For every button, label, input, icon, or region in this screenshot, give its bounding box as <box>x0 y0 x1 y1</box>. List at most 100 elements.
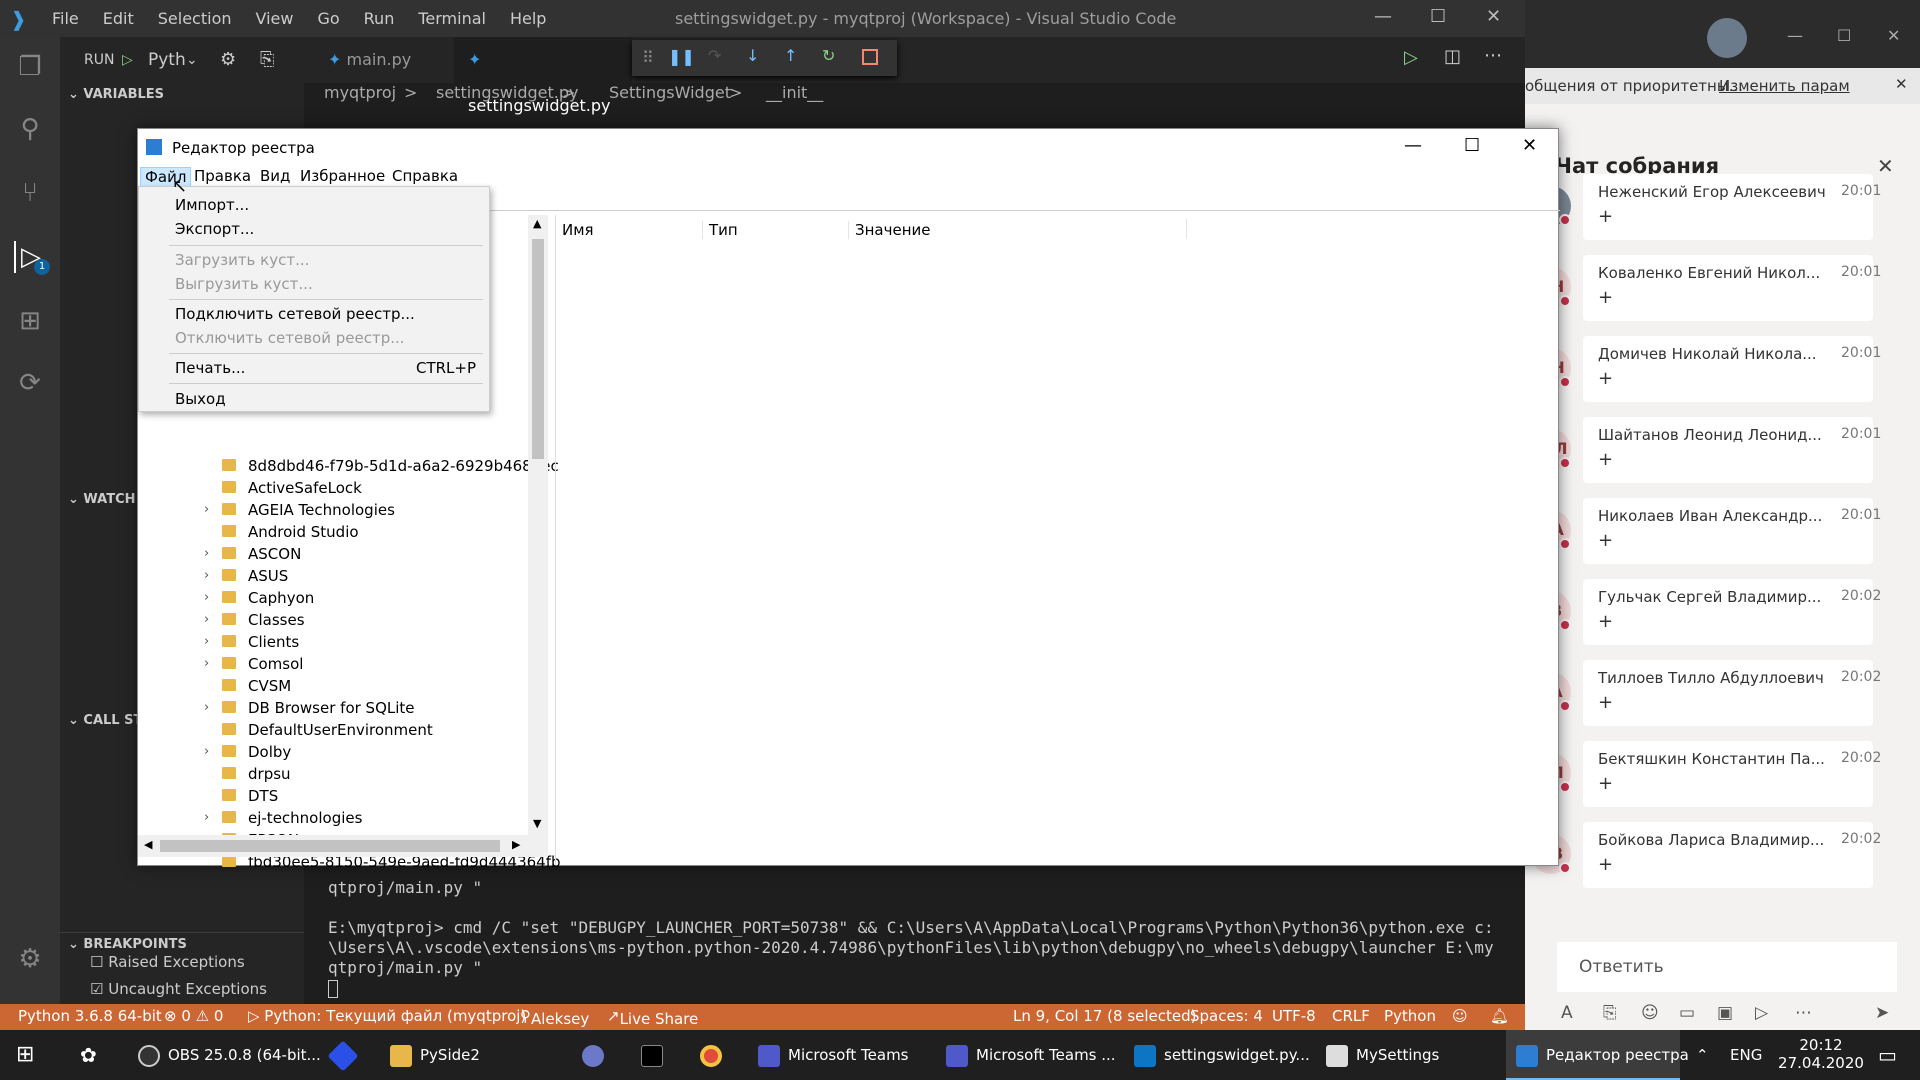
chevron-right-icon[interactable]: › <box>204 697 209 719</box>
menu-view[interactable]: Вид <box>260 167 290 185</box>
source-control-icon[interactable]: ⑂ <box>14 177 46 209</box>
more-actions-icon[interactable]: ⋯ <box>1484 45 1502 66</box>
menu-favorites[interactable]: Избранное <box>300 167 385 185</box>
close-icon[interactable]: ✕ <box>1877 154 1894 178</box>
taskbar-pyside2[interactable]: PySide2 <box>390 1030 480 1080</box>
status-language[interactable]: Python <box>1384 1007 1436 1025</box>
tab-main-py[interactable]: ✦ main.py <box>314 37 425 83</box>
maximize-icon[interactable]: ☐ <box>1464 135 1480 156</box>
chat-message[interactable]: Неженский Егор Алексеевич 20:01 + <box>1583 174 1881 240</box>
meet-icon[interactable]: ▷ <box>1755 1003 1768 1023</box>
chat-message[interactable]: Тиллоев Тилло Абдуллоевич 20:02 + <box>1583 660 1881 726</box>
minimize-icon[interactable]: — <box>1404 135 1422 156</box>
notice-link[interactable]: Изменить парам <box>1719 77 1850 95</box>
chat-message[interactable]: Шайтанов Леонид Леонид... 20:01 + <box>1583 417 1881 483</box>
scroll-left-icon[interactable]: ◀ <box>144 838 152 851</box>
chevron-right-icon[interactable]: › <box>204 741 209 763</box>
chat-message[interactable]: Бойкова Лариса Владимир... 20:02 + <box>1583 822 1881 888</box>
close-icon[interactable]: ✕ <box>1895 75 1908 93</box>
menu-connect-network[interactable]: Подключить сетевой реестр... <box>175 305 415 323</box>
chevron-right-icon[interactable]: › <box>204 807 209 829</box>
menu-selection[interactable]: Selection <box>158 9 232 28</box>
chevron-right-icon[interactable]: › <box>204 543 209 565</box>
taskbar-chrome[interactable] <box>700 1030 730 1080</box>
tree-horizontal-scrollbar[interactable]: ◀ ▶ <box>138 835 548 857</box>
run-icon[interactable]: ▷ <box>1404 47 1418 68</box>
maximize-icon[interactable]: ☐ <box>1430 6 1446 27</box>
taskbar-regedit[interactable]: Редактор реестра <box>1506 1030 1689 1080</box>
status-problems[interactable]: ⊗ 0 ⚠ 0 <box>164 1007 223 1025</box>
taskbar-teams-2[interactable]: Microsoft Teams ... <box>946 1030 1116 1080</box>
emoji-icon[interactable]: ☺ <box>1641 1003 1659 1023</box>
taskbar-app-diamond[interactable] <box>327 1030 362 1080</box>
app-icon[interactable]: ✿ <box>80 1030 97 1080</box>
status-user[interactable]: ⚲ Aleksey <box>520 1007 589 1028</box>
chat-message[interactable]: Николаев Иван Александр... 20:01 + <box>1583 498 1881 564</box>
avatar[interactable] <box>1707 18 1747 58</box>
minimize-icon[interactable]: — <box>1787 26 1803 45</box>
menu-run[interactable]: Run <box>364 9 395 28</box>
taskbar-teams-1[interactable]: Microsoft Teams <box>758 1030 909 1080</box>
run-config-select[interactable]: Pyth <box>148 37 186 83</box>
chat-message[interactable]: Гульчак Сергей Владимир... 20:02 + <box>1583 579 1881 645</box>
gear-icon[interactable]: ⚙ <box>220 37 236 83</box>
crumb-file[interactable]: settingswidget.py <box>436 83 578 102</box>
start-icon[interactable]: ⊞ <box>16 1030 34 1080</box>
crumb-class[interactable]: SettingsWidget <box>609 83 731 102</box>
terminal-panel[interactable]: qtproj/main.py " E:\myqtproj> cmd /C "se… <box>304 860 1525 1014</box>
crumb-method[interactable]: __init__ <box>766 83 823 102</box>
menu-help[interactable]: Справка <box>392 167 458 185</box>
scroll-thumb[interactable] <box>160 840 500 852</box>
menu-edit[interactable]: Edit <box>103 9 134 28</box>
settings-gear-icon[interactable]: ⚙ <box>14 943 46 975</box>
status-encoding[interactable]: UTF-8 <box>1272 1007 1316 1025</box>
remote-icon[interactable]: ⟳ <box>14 367 46 399</box>
menu-file[interactable]: File <box>52 9 79 28</box>
status-run-config[interactable]: ▷ Python: Текущий файл (myqtproj) <box>248 1007 526 1025</box>
reply-input[interactable]: Ответить <box>1557 942 1897 992</box>
extensions-icon[interactable]: ⊞ <box>14 305 46 337</box>
sticker-icon[interactable]: ▣ <box>1717 1003 1733 1023</box>
more-icon[interactable]: ⋯ <box>1795 1003 1812 1023</box>
col-name[interactable]: Имя <box>562 221 594 239</box>
menu-import[interactable]: Импорт... <box>175 196 249 214</box>
variables-header[interactable]: ⌄ VARIABLES <box>60 83 304 107</box>
bp-uncaught[interactable]: ☑ Uncaught Exceptions <box>90 980 267 998</box>
chat-message[interactable]: Домичев Николай Никола... 20:01 + <box>1583 336 1881 402</box>
menu-go[interactable]: Go <box>317 9 339 28</box>
values-list[interactable]: Имя Тип Значение <box>555 215 1560 865</box>
menu-exit[interactable]: Выход <box>175 390 226 408</box>
explorer-icon[interactable]: ❐ <box>14 51 46 83</box>
bp-raised[interactable]: ☐ Raised Exceptions <box>90 953 245 971</box>
feedback-icon[interactable]: ☺ <box>1452 1007 1468 1025</box>
stop-icon[interactable] <box>862 49 878 65</box>
menu-terminal[interactable]: Terminal <box>418 9 486 28</box>
menu-view[interactable]: View <box>256 9 294 28</box>
drag-handle-icon[interactable]: ⠿ <box>642 48 654 67</box>
menu-help[interactable]: Help <box>510 9 546 28</box>
taskbar-obs[interactable]: OBS 25.0.8 (64-bit... <box>138 1030 321 1080</box>
menu-edit[interactable]: Правка <box>194 167 251 185</box>
chevron-right-icon[interactable]: › <box>204 587 209 609</box>
chevron-right-icon[interactable]: › <box>204 499 209 521</box>
crumb-folder[interactable]: myqtproj <box>324 83 396 102</box>
maximize-icon[interactable]: ☐ <box>1837 26 1851 45</box>
chevron-right-icon[interactable]: › <box>204 565 209 587</box>
status-eol[interactable]: CRLF <box>1332 1007 1370 1025</box>
status-position[interactable]: Ln 9, Col 17 (8 selected) <box>1013 1007 1197 1025</box>
close-icon[interactable]: ✕ <box>1486 6 1501 27</box>
close-icon[interactable]: ✕ <box>1887 26 1900 45</box>
menu-print[interactable]: Печать... <box>175 359 245 377</box>
scroll-down-icon[interactable]: ▼ <box>533 817 541 830</box>
tree-vertical-scrollbar[interactable]: ▲ ▼ <box>528 215 548 835</box>
step-out-icon[interactable]: ↑ <box>784 46 797 65</box>
scroll-thumb[interactable] <box>532 239 544 459</box>
status-spaces[interactable]: Spaces: 4 <box>1190 1007 1263 1025</box>
chat-message[interactable]: Коваленко Евгений Никол... 20:01 + <box>1583 255 1881 321</box>
notifications-icon[interactable]: ▭ <box>1878 1030 1897 1080</box>
scroll-up-icon[interactable]: ▲ <box>533 217 541 230</box>
tab-settingswidget-py[interactable]: ✦ settingswidget.py <box>454 37 632 115</box>
col-type[interactable]: Тип <box>702 221 738 239</box>
language-indicator[interactable]: ENG <box>1730 1030 1762 1080</box>
taskbar-mysettings[interactable]: MySettings <box>1326 1030 1439 1080</box>
